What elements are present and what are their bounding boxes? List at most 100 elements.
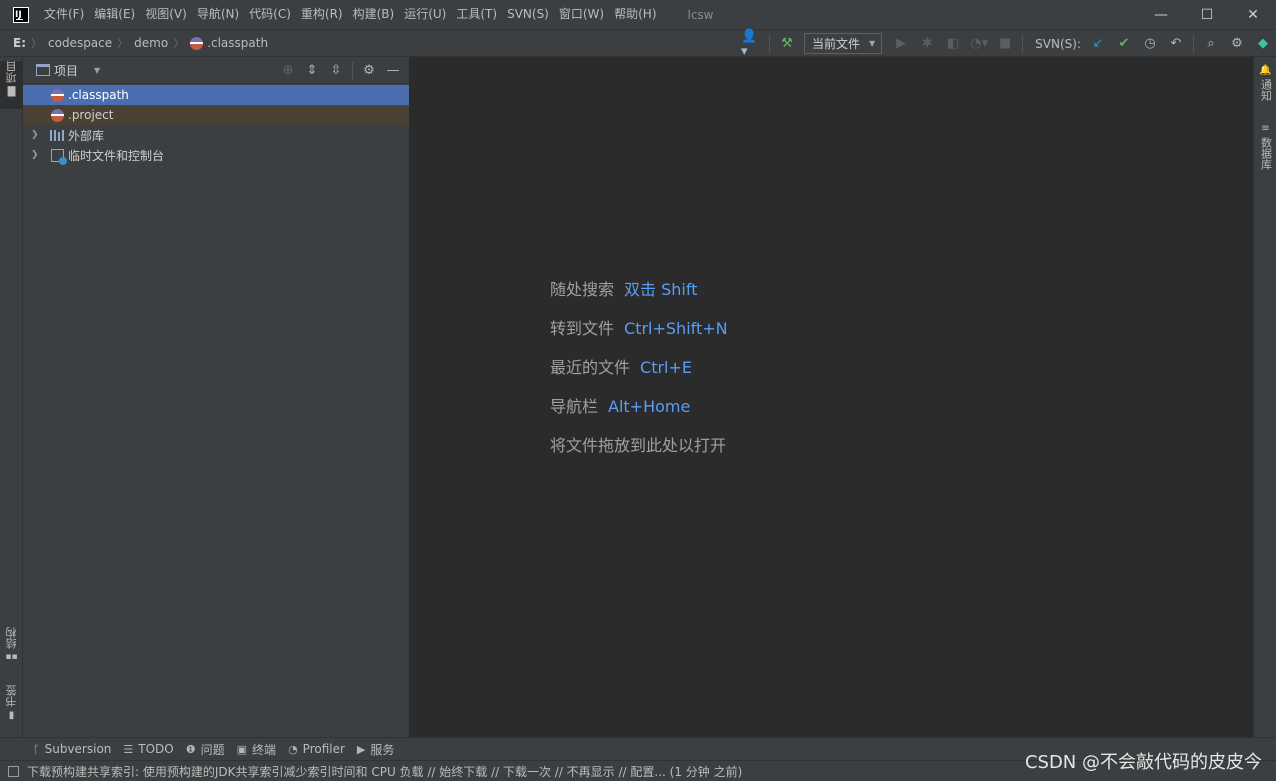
folder-icon: ▇ <box>7 86 16 97</box>
debug-icon[interactable]: ✱ <box>916 33 938 55</box>
intellij-logo-icon[interactable]: IJ <box>13 6 29 23</box>
coverage-icon[interactable]: ◧ <box>942 33 964 55</box>
stop-icon[interactable]: ■ <box>994 33 1016 55</box>
chevron-right-icon[interactable]: ❯ <box>31 130 39 140</box>
left-tool-stripe: 项目 ▇ 结构 ▪▪ 书签 ▮ <box>0 57 23 737</box>
svn-update-icon[interactable]: ↙ <box>1087 33 1109 55</box>
menu-build[interactable]: 构建(B) <box>348 0 400 29</box>
hint-shortcut[interactable]: 双击 Shift <box>624 280 697 299</box>
stripe-structure-label: 结构 <box>4 627 18 649</box>
svn-label: SVN(S): <box>1035 36 1081 51</box>
menu-window[interactable]: 窗口(W) <box>554 0 609 29</box>
stripe-tab-project[interactable]: 项目 ▇ <box>0 61 23 109</box>
breadcrumb-file-label: .classpath <box>207 36 269 50</box>
tree-item-classpath[interactable]: .classpath <box>23 85 409 105</box>
hide-panel-icon[interactable]: — <box>381 59 405 83</box>
svn-commit-icon[interactable]: ✔ <box>1113 33 1135 55</box>
run-config-select[interactable]: 当前文件 ▼ <box>804 33 883 54</box>
tree-item-label: 临时文件和控制台 <box>68 148 165 163</box>
project-view-icon <box>36 64 50 76</box>
window-title: lcsw <box>687 7 714 22</box>
subversion-icon: ᚴ <box>33 742 40 756</box>
tree-item-scratches[interactable]: ❯ 临时文件和控制台 <box>23 145 409 165</box>
stripe-tab-notifications[interactable]: 🔔 通知 <box>1254 65 1276 115</box>
services-icon: ▶ <box>356 742 366 756</box>
maximize-button[interactable]: ☐ <box>1184 0 1230 29</box>
tab-subversion[interactable]: ᚴ Subversion <box>33 742 111 756</box>
menu-code[interactable]: 代码(C) <box>244 0 296 29</box>
database-icon: ≡ <box>1261 123 1270 134</box>
stripe-tab-database[interactable]: ≡ 数据库 <box>1254 123 1276 183</box>
scratches-icon <box>49 147 67 165</box>
project-panel-title[interactable]: 项目 <box>54 62 78 79</box>
right-tool-stripe: 🔔 通知 ≡ 数据库 <box>1253 57 1276 737</box>
rollback-icon[interactable]: ↶ <box>1165 33 1187 55</box>
tree-item-label: 外部库 <box>68 128 105 143</box>
account-icon[interactable]: 👤▾ <box>741 29 763 59</box>
tree-item-external-libraries[interactable]: ❯ 外部库 <box>23 125 409 145</box>
tab-terminal[interactable]: ▣ 终端 <box>237 741 276 758</box>
csdn-watermark: CSDN @不会敲代码的皮皮今 <box>1024 752 1262 773</box>
menu-navigate[interactable]: 导航(N) <box>192 0 244 29</box>
tab-todo[interactable]: ☰ TODO <box>123 742 173 756</box>
hint-shortcut[interactable]: Ctrl+E <box>640 358 692 377</box>
structure-icon: ▪▪ <box>5 652 18 662</box>
stripe-tab-structure[interactable]: 结构 ▪▪ <box>0 627 23 673</box>
menu-refactor[interactable]: 重构(R) <box>296 0 348 29</box>
eclipse-file-icon <box>49 107 65 123</box>
breadcrumb-demo[interactable]: demo <box>134 36 168 50</box>
tab-profiler[interactable]: ◔ Profiler <box>288 742 345 756</box>
hint-label: 将文件拖放到此处以打开 <box>550 436 727 455</box>
tree-item-project[interactable]: .project <box>23 105 409 125</box>
toolbar-divider <box>352 61 353 80</box>
hint-shortcut[interactable]: Ctrl+Shift+N <box>624 319 728 338</box>
profile-icon[interactable]: ◔▾ <box>968 33 990 55</box>
chevron-right-icon[interactable]: ❯ <box>31 150 39 160</box>
close-button[interactable]: ✕ <box>1230 0 1276 29</box>
breadcrumb-file[interactable]: .classpath <box>190 36 268 50</box>
tool-windows-toggle-icon[interactable] <box>8 765 19 777</box>
menu-svn[interactable]: SVN(S) <box>502 0 554 29</box>
status-message[interactable]: 下载预构建共享索引: 使用预构建的JDK共享索引减少索引时间和 CPU 负载 /… <box>27 763 742 780</box>
chevron-down-icon: ▼ <box>869 39 876 48</box>
tab-services[interactable]: ▶ 服务 <box>357 741 394 758</box>
hint-shortcut[interactable]: Alt+Home <box>608 397 690 416</box>
tab-label: 终端 <box>252 742 277 757</box>
project-tool-window: 项目 ▼ ⊕ ⇕ ⇳ ⚙ — .classpath .project ❯ 外部库… <box>23 57 410 737</box>
minimize-button[interactable]: — <box>1138 0 1184 29</box>
stripe-notifications-label: 通知 <box>1259 79 1273 101</box>
menu-run[interactable]: 运行(U) <box>399 0 451 29</box>
breadcrumb-codespace[interactable]: codespace <box>48 36 112 50</box>
toolbar-divider <box>1022 34 1024 53</box>
collapse-all-icon[interactable]: ⇳ <box>324 59 348 83</box>
jetbrains-plugin-icon[interactable]: ◆ <box>1252 33 1274 55</box>
bookmark-icon: ▮ <box>8 710 15 721</box>
problems-icon: ❶ <box>185 742 196 756</box>
menu-file[interactable]: 文件(F) <box>39 0 89 29</box>
menu-view[interactable]: 视图(V) <box>140 0 192 29</box>
run-icon[interactable]: ▶ <box>890 33 912 55</box>
menu-tools[interactable]: 工具(T) <box>451 0 502 29</box>
main-toolbar: 👤▾ ⚒ 当前文件 ▼ ▶ ✱ ◧ ◔▾ ■ SVN(S): ↙ ✔ ◷ ↶ ⌕… <box>739 29 1276 59</box>
editor-empty-area[interactable]: 随处搜索 双击 Shift 转到文件 Ctrl+Shift+N 最近的文件 Ctrl+… <box>410 57 1253 737</box>
build-hammer-icon[interactable]: ⚒ <box>776 33 798 55</box>
search-icon[interactable]: ⌕ <box>1200 33 1222 55</box>
tab-problems[interactable]: ❶ 问题 <box>186 741 225 758</box>
menu-edit[interactable]: 编辑(E) <box>89 0 140 29</box>
settings-gear-icon[interactable]: ⚙ <box>1226 33 1248 55</box>
hint-label: 最近的文件 <box>550 358 631 377</box>
select-opened-file-icon[interactable]: ⊕ <box>276 59 300 83</box>
menu-help[interactable]: 帮助(H) <box>609 0 661 29</box>
breadcrumb-drive[interactable]: E: <box>13 36 26 50</box>
chevron-down-icon[interactable]: ▼ <box>94 66 100 75</box>
hint-drop-files: 将文件拖放到此处以打开 <box>550 432 726 456</box>
hint-navigation-bar: 导航栏 Alt+Home <box>550 393 690 417</box>
hint-search-everywhere: 随处搜索 双击 Shift <box>550 276 697 300</box>
expand-all-icon[interactable]: ⇕ <box>300 59 324 83</box>
stripe-tab-bookmarks[interactable]: 书签 ▮ <box>0 685 23 731</box>
tab-label: Profiler <box>302 742 345 756</box>
hint-label: 转到文件 <box>550 319 615 338</box>
eclipse-file-icon <box>190 36 204 50</box>
history-icon[interactable]: ◷ <box>1139 33 1161 55</box>
panel-settings-gear-icon[interactable]: ⚙ <box>357 59 381 83</box>
